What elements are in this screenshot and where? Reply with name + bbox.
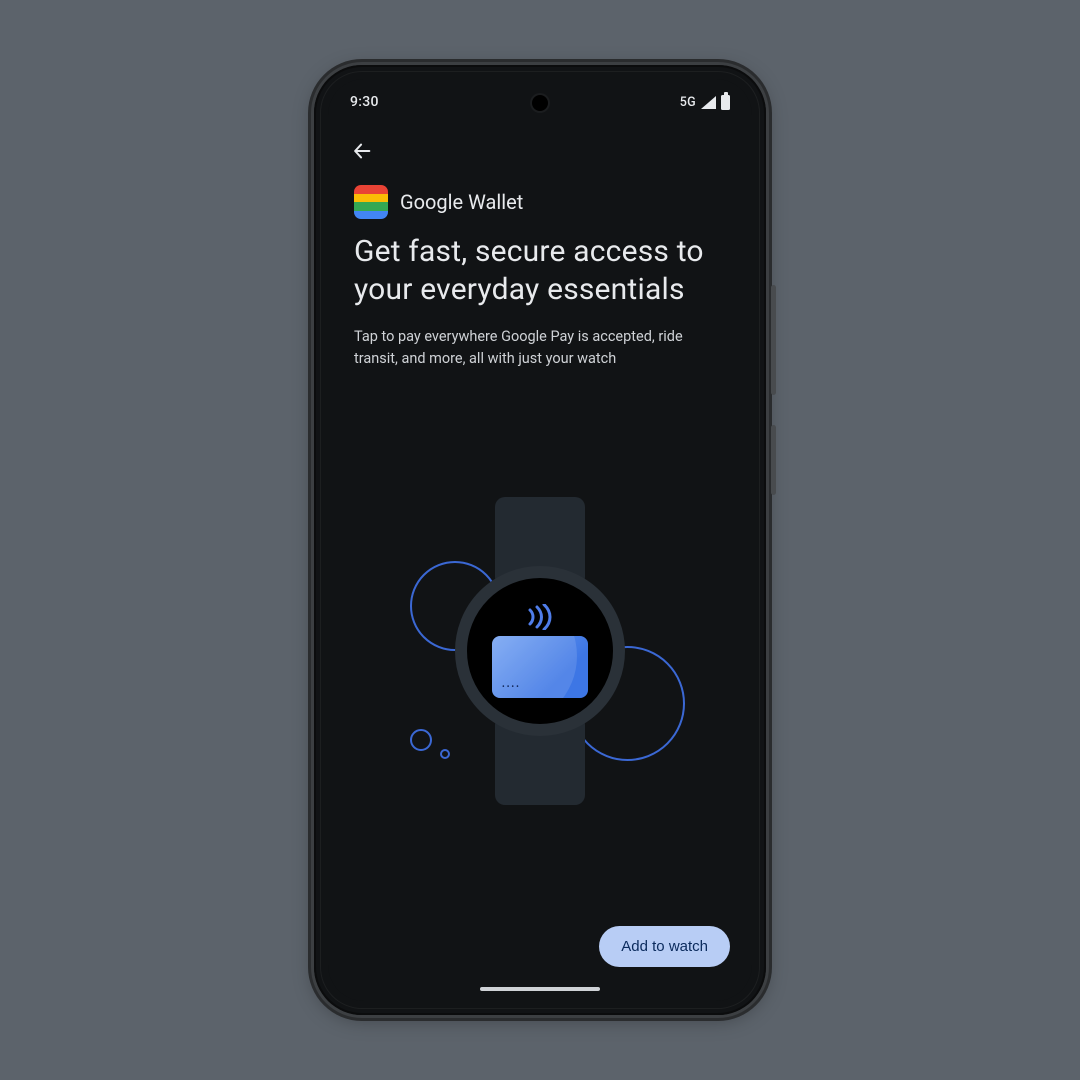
network-label: 5G [680,95,696,110]
page-title: Get fast, secure access to your everyday… [354,233,726,310]
back-button[interactable] [342,131,382,171]
illustration: •••• [354,371,726,912]
volume-button [771,285,776,395]
decorative-circle [440,749,450,759]
signal-icon [701,96,716,109]
decorative-circle [410,729,432,751]
arrow-back-icon [351,140,373,162]
google-wallet-icon [354,185,388,219]
power-button [771,425,776,495]
phone-frame: 9:30 5G [314,65,766,1015]
app-name: Google Wallet [400,190,523,214]
camera-punch-hole [532,95,548,111]
add-to-watch-button[interactable]: Add to watch [599,926,730,967]
top-app-bar [328,125,752,179]
clock: 9:30 [350,94,379,110]
watch-face: •••• [455,566,625,736]
gesture-handle[interactable] [480,987,600,991]
app-header: Google Wallet [354,185,726,219]
card-dots: •••• [502,682,521,691]
contactless-icon [520,604,560,630]
page-subtitle: Tap to pay everywhere Google Pay is acce… [354,326,726,371]
payment-card-icon: •••• [492,636,588,698]
battery-icon [721,95,730,110]
content-area: Google Wallet Get fast, secure access to… [328,179,752,912]
screen: 9:30 5G [328,79,752,1001]
